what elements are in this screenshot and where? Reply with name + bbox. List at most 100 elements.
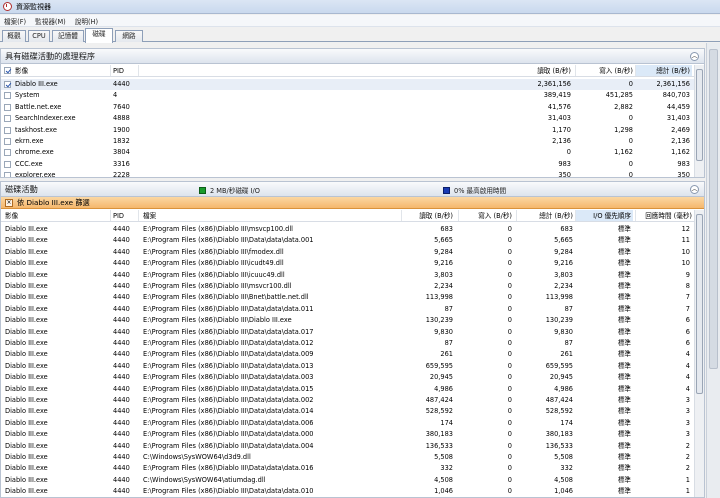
- disk-activity-row[interactable]: Diablo III.exe 4440 E:\Program Files (x86)…: [1, 429, 694, 440]
- process-row[interactable]: explorer.exe 2228 350 0 350: [1, 170, 694, 178]
- disk-activity-row[interactable]: Diablo III.exe 4440 E:\Program Files (x86)…: [1, 338, 694, 349]
- process-row[interactable]: chrome.exe 3804 0 1,162 1,162: [1, 147, 694, 158]
- col-total[interactable]: 總計 (B/秒): [636, 65, 692, 76]
- process-checkbox[interactable]: [4, 172, 11, 177]
- resource-monitor-icon: [3, 2, 12, 11]
- tab-cpu[interactable]: CPU: [28, 30, 50, 42]
- disk-file: E:\Program Files (x86)\Diablo III\Data\d…: [143, 430, 314, 439]
- disk-activity-row[interactable]: Diablo III.exe 4440 E:\Program Files (x86)…: [1, 486, 694, 497]
- process-checkbox[interactable]: [4, 126, 11, 134]
- disk-scrollbar[interactable]: [694, 210, 704, 497]
- disk-activity-row[interactable]: Diablo III.exe 4440 E:\Program Files (x86)…: [1, 281, 694, 292]
- processes-header[interactable]: 具有磁碟活動的處理程序 ︿: [1, 49, 704, 64]
- disk-io-priority: 標準: [617, 441, 631, 450]
- disk-activity-row[interactable]: Diablo III.exe 4440 E:\Program Files (x86)…: [1, 258, 694, 269]
- disk-activity-row[interactable]: Diablo III.exe 4440 E:\Program Files (x86)…: [1, 406, 694, 417]
- tab-network[interactable]: 網路: [115, 30, 143, 42]
- disk-activity-header[interactable]: 磁碟活動 2 MB/秒磁碟 I/O 0% 最高啟用時間 ︿: [1, 182, 704, 197]
- col-file[interactable]: 檔案: [143, 210, 343, 221]
- process-checkbox[interactable]: [4, 160, 11, 168]
- process-checkbox[interactable]: [4, 149, 11, 157]
- col-io-priority[interactable]: I/O 優先順序: [576, 210, 633, 221]
- filter-bar: × 依 Diablo III.exe 篩選: [1, 197, 704, 209]
- disk-activity-row[interactable]: Diablo III.exe 4440 E:\Program Files (x86)…: [1, 349, 694, 360]
- disk-activity-row[interactable]: Diablo III.exe 4440 E:\Program Files (x86)…: [1, 441, 694, 452]
- process-checkbox[interactable]: [4, 138, 11, 145]
- menu-help[interactable]: 說明(H): [75, 16, 98, 26]
- process-checkbox[interactable]: [4, 115, 11, 123]
- disk-file: E:\Program Files (x86)\Diablo III\Data\d…: [143, 350, 314, 359]
- col-write[interactable]: 寫入 (B/秒): [459, 210, 512, 221]
- process-write: 0: [628, 171, 633, 178]
- clear-filter-icon[interactable]: ×: [5, 198, 13, 207]
- disk-response-time: 6: [685, 339, 690, 347]
- process-row[interactable]: taskhost.exe 1900 1,170 1,298 2,469: [1, 125, 694, 136]
- process-pid: 2228: [113, 171, 130, 178]
- processes-scrollbar[interactable]: [694, 65, 704, 177]
- disk-read: 9,284: [434, 247, 453, 256]
- select-all-checkbox[interactable]: [4, 67, 11, 74]
- disk-pid: 4440: [113, 270, 130, 279]
- disk-response-time: 2: [685, 464, 690, 473]
- disk-total: 4,508: [554, 475, 573, 484]
- disk-activity-row[interactable]: Diablo III.exe 4440 E:\Program Files (x86)…: [1, 315, 694, 326]
- process-row[interactable]: Diablo III.exe 4440 2,361,156 0 2,361,156: [1, 79, 694, 91]
- disk-activity-row[interactable]: Diablo III.exe 4440 E:\Program Files (x86)…: [1, 395, 694, 406]
- scroll-thumb[interactable]: [696, 69, 703, 161]
- disk-activity-row[interactable]: Diablo III.exe 4440 E:\Program Files (x86)…: [1, 270, 694, 281]
- col-write[interactable]: 寫入 (B/秒): [579, 65, 633, 76]
- disk-image: Diablo III.exe: [5, 339, 48, 347]
- disk-io-priority: 標準: [617, 247, 631, 256]
- process-checkbox[interactable]: [4, 103, 11, 111]
- tab-disk[interactable]: 磁碟: [85, 28, 113, 43]
- disk-image: Diablo III.exe: [5, 441, 48, 450]
- disk-activity-row[interactable]: Diablo III.exe 4440 C:\Windows\SysWOW64\d3…: [1, 452, 694, 463]
- disk-activity-row[interactable]: Diablo III.exe 4440 E:\Program Files (x86)…: [1, 327, 694, 338]
- disk-activity-row[interactable]: Diablo III.exe 4440 E:\Program Files (x86)…: [1, 304, 694, 315]
- menu-file[interactable]: 檔案(F): [4, 16, 26, 26]
- process-checkbox[interactable]: [4, 81, 11, 88]
- disk-image: Diablo III.exe: [5, 475, 48, 484]
- disk-total: 87: [564, 304, 573, 313]
- tab-memory[interactable]: 記憶體: [52, 30, 84, 42]
- disk-read: 4,986: [434, 384, 453, 393]
- process-row[interactable]: Battle.net.exe 7640 41,576 2,882 44,459: [1, 102, 694, 113]
- process-row[interactable]: SearchIndexer.exe 4888 31,403 0 31,403: [1, 113, 694, 124]
- col-read[interactable]: 讀取 (B/秒): [521, 65, 571, 76]
- col-total[interactable]: 總計 (B/秒): [517, 210, 573, 221]
- disk-activity-row[interactable]: Diablo III.exe 4440 C:\Windows\SysWOW64\at…: [1, 475, 694, 486]
- scroll-thumb[interactable]: [709, 49, 718, 369]
- collapse-icon[interactable]: ︿: [690, 185, 699, 194]
- disk-activity-row[interactable]: Diablo III.exe 4440 E:\Program Files (x86)…: [1, 372, 694, 383]
- col-pid[interactable]: PID: [113, 65, 153, 76]
- col-pid[interactable]: PID: [113, 210, 138, 221]
- disk-image: Diablo III.exe: [5, 282, 48, 290]
- disk-write: 0: [507, 396, 512, 404]
- disk-activity-row[interactable]: Diablo III.exe 4440 E:\Program Files (x86)…: [1, 361, 694, 372]
- disk-activity-row[interactable]: Diablo III.exe 4440 E:\Program Files (x86)…: [1, 224, 694, 235]
- tab-overview[interactable]: 概觀: [2, 30, 26, 42]
- collapse-icon[interactable]: ︿: [690, 52, 699, 61]
- disk-activity-row[interactable]: Diablo III.exe 4440 E:\Program Files (x86)…: [1, 384, 694, 395]
- disk-activity-row[interactable]: Diablo III.exe 4440 E:\Program Files (x86)…: [1, 418, 694, 429]
- col-image[interactable]: 影像: [15, 65, 105, 76]
- process-row[interactable]: CCC.exe 3316 983 0 983: [1, 159, 694, 170]
- disk-file: E:\Program Files (x86)\Diablo III\Data\d…: [143, 339, 314, 347]
- process-row[interactable]: ekrn.exe 1832 2,136 0 2,136: [1, 136, 694, 147]
- disk-total: 4,986: [554, 384, 573, 393]
- disk-activity-row[interactable]: Diablo III.exe 4440 E:\Program Files (x86)…: [1, 235, 694, 246]
- disk-image: Diablo III.exe: [5, 464, 48, 473]
- disk-activity-row[interactable]: Diablo III.exe 4440 E:\Program Files (x86)…: [1, 463, 694, 474]
- disk-activity-row[interactable]: Diablo III.exe 4440 E:\Program Files (x86)…: [1, 247, 694, 258]
- process-checkbox[interactable]: [4, 92, 11, 100]
- panel-scrollbar[interactable]: [706, 43, 720, 498]
- process-row[interactable]: System 4 389,419 451,285 840,703: [1, 90, 694, 101]
- col-image[interactable]: 影像: [5, 210, 105, 221]
- col-response-time[interactable]: 回應時間 (毫秒): [636, 210, 692, 221]
- scroll-thumb[interactable]: [696, 214, 703, 394]
- disk-read: 261: [440, 350, 453, 359]
- disk-read: 113,998: [425, 293, 453, 302]
- disk-activity-row[interactable]: Diablo III.exe 4440 E:\Program Files (x86)…: [1, 292, 694, 303]
- menu-monitor[interactable]: 監視器(M): [35, 16, 66, 26]
- col-read[interactable]: 讀取 (B/秒): [401, 210, 453, 221]
